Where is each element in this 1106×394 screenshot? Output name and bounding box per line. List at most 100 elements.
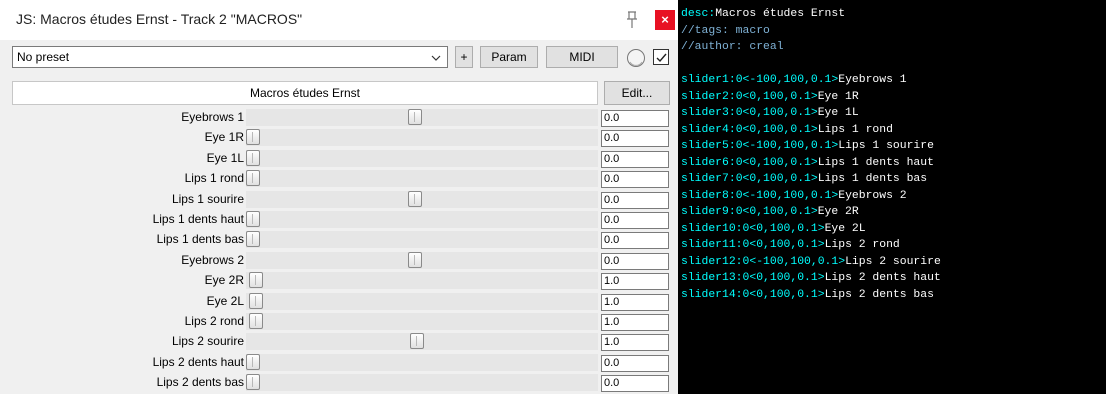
bypass-checkbox[interactable] [653,49,669,65]
code-range: 0<-100,100,0.1> [735,74,839,86]
slider-label: Eye 2R [204,273,244,288]
slider-thumb[interactable] [408,190,422,207]
slider-label: Lips 1 sourire [171,191,244,206]
code-range: 0<0,100,0.1> [735,123,818,136]
code-line: slider13:0<0,100,0.1>Lips 2 dents haut [681,270,1106,287]
slider-track[interactable] [246,211,598,228]
slider-track[interactable] [246,313,598,330]
slider-label: Lips 2 dents bas [156,375,244,390]
slider-row: Lips 2 dents bas 0.0 [0,373,678,393]
slider-thumb[interactable] [246,231,260,248]
checkmark-icon [656,53,667,63]
slider-track[interactable] [246,292,598,310]
slider-value-field[interactable]: 0.0 [601,252,669,270]
plugin-window: JS: Macros études Ernst - Track 2 "MACRO… [0,0,678,394]
slider-track[interactable] [246,170,598,188]
slider-row: Lips 1 sourire 0.0 [0,190,678,210]
code-range: 0<0,100,0.1> [742,222,825,235]
slider-value-field[interactable]: 1.0 [601,334,669,352]
slider-track[interactable] [246,109,598,126]
slider-label: Eye 2L [206,293,244,308]
slider-thumb[interactable] [246,149,260,166]
slider-track[interactable] [246,129,598,147]
slider-track[interactable] [246,149,598,167]
slider-value-field[interactable]: 0.0 [601,354,669,372]
slider-value-field[interactable]: 0.0 [601,191,669,209]
slider-row: Eye 2R 1.0 [0,271,678,291]
code-line: slider7:0<0,100,0.1>Lips 1 dents bas [681,171,1106,188]
slider-thumb[interactable] [246,170,260,187]
slider-value-field[interactable]: 1.0 [601,273,669,291]
code-comment: //author: creal [681,41,784,53]
code-text: Lips 1 dents bas [817,173,928,185]
slider-thumb[interactable] [249,272,263,289]
pin-icon[interactable] [624,10,640,30]
slider-value-field[interactable]: 1.0 [601,293,669,311]
code-keyword: slider4: [681,123,736,136]
slider-value-field[interactable]: 0.0 [601,150,669,168]
slider-value-field[interactable]: 1.0 [601,314,669,331]
add-button[interactable]: + [455,46,473,68]
code-keyword: slider5: [681,140,736,152]
slider-track[interactable] [246,374,598,392]
edit-button[interactable]: Edit... [604,81,670,105]
code-range: 0<-100,100,0.1> [742,255,846,268]
code-text: Lips 2 dents haut [824,272,941,284]
slider-track[interactable] [246,272,598,290]
slider-thumb[interactable] [246,129,260,146]
code-line: slider6:0<0,100,0.1>Lips 1 dents haut [681,155,1106,172]
slider-label: Lips 1 dents haut [152,212,244,226]
preset-dropdown[interactable]: No preset [12,46,448,68]
code-range: 0<0,100,0.1> [735,173,818,185]
slider-thumb[interactable] [249,292,263,309]
code-line: slider12:0<-100,100,0.1>Lips 2 sourire [681,254,1106,271]
slider-thumb[interactable] [246,211,260,227]
preset-value: No preset [17,50,70,64]
slider-label: Lips 2 rond [184,314,244,328]
slider-track[interactable] [246,251,598,269]
slider-track[interactable] [246,333,598,351]
code-keyword: slider12: [681,255,743,268]
code-text: Lips 1 rond [817,123,893,136]
code-header: desc:Macros études Ernst//tags: macro //a… [681,6,1106,56]
code-comment: //tags: macro [681,24,770,37]
code-keyword: slider11: [681,239,743,251]
code-line: slider9:0<0,100,0.1>Eye 2R [681,204,1106,221]
slider-row: Lips 1 dents bas 0.0 [0,230,678,250]
slider-track[interactable] [246,190,598,208]
param-button[interactable]: Param [480,46,538,68]
code-keyword: slider1: [681,74,736,86]
midi-button[interactable]: MIDI [546,46,618,68]
code-line: desc:Macros études Ernst [681,6,1106,23]
slider-value-field[interactable]: 0.0 [601,110,669,127]
slider-thumb[interactable] [408,109,422,125]
slider-thumb[interactable] [246,374,260,391]
code-range: 0<0,100,0.1> [735,156,818,169]
slider-thumb[interactable] [408,251,422,268]
slider-thumb[interactable] [249,313,263,329]
slider-label: Lips 1 rond [184,171,244,186]
wet-knob-icon[interactable] [626,48,646,68]
slider-value-field[interactable]: 0.0 [601,130,669,148]
code-line: slider5:0<-100,100,0.1>Lips 1 sourire [681,138,1106,155]
slider-row: Eye 1L 0.0 [0,149,678,169]
slider-value-field[interactable]: 0.0 [601,375,669,393]
slider-thumb[interactable] [246,353,260,370]
code-range: 0<0,100,0.1> [742,272,825,284]
close-button[interactable]: × [655,10,675,30]
code-line: slider11:0<0,100,0.1>Lips 2 rond [681,237,1106,254]
code-keyword: slider10: [681,222,743,235]
code-line: slider4:0<0,100,0.1>Lips 1 rond [681,122,1106,139]
slider-value-field[interactable]: 0.0 [601,171,669,189]
code-editor[interactable]: desc:Macros études Ernst//tags: macro //a… [678,0,1106,394]
code-text: Lips 2 sourire [845,255,941,268]
slider-track[interactable] [246,231,598,249]
code-text: Lips 1 sourire [838,140,934,152]
slider-thumb[interactable] [410,333,424,350]
slider-label: Lips 2 sourire [171,334,244,349]
slider-value-field[interactable]: 0.0 [601,212,669,229]
code-keyword: slider9: [681,206,736,218]
slider-value-field[interactable]: 0.0 [601,232,669,250]
slider-track[interactable] [246,353,598,371]
slider-row: Eye 1R 0.0 [0,128,678,148]
